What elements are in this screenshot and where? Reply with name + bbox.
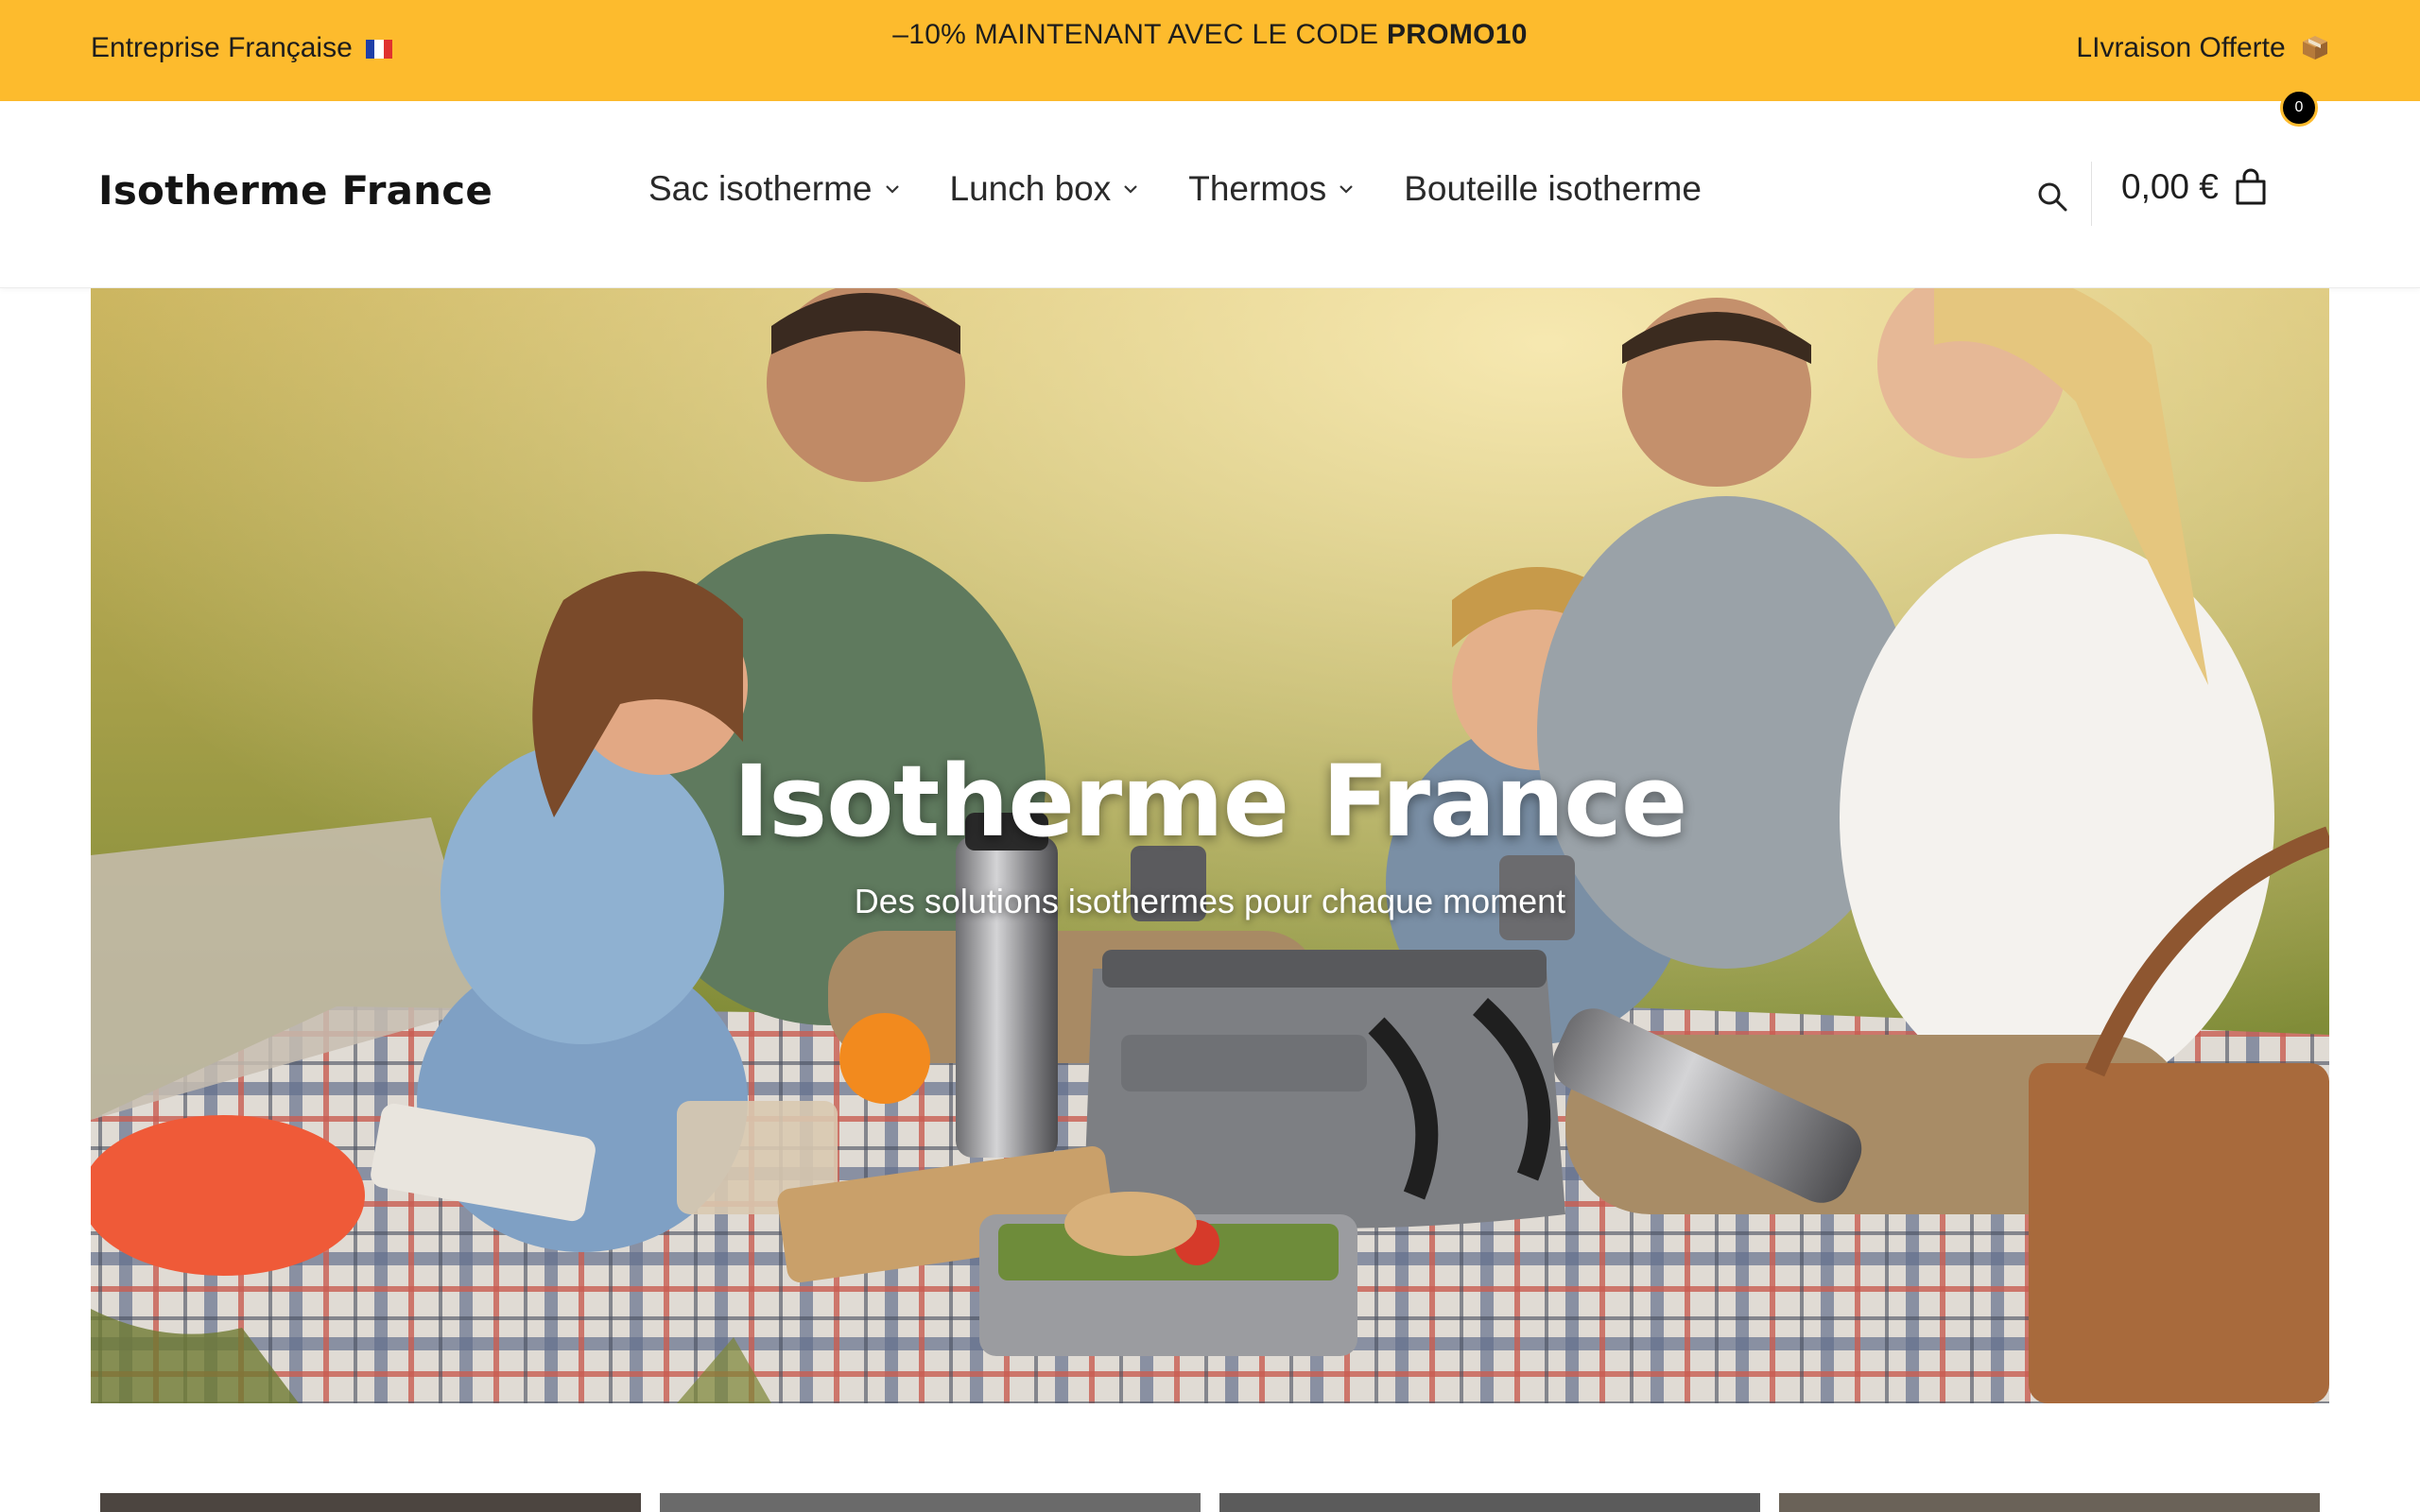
promo-code-message: –10% MAINTENANT AVEC LE CODE PROMO10 <box>0 19 2420 51</box>
nav-label: Sac isotherme <box>648 169 873 208</box>
nav-item-thermos[interactable]: Thermos <box>1188 169 1355 209</box>
category-card[interactable] <box>100 1493 641 1512</box>
main-navigation: Sac isotherme Lunch box Thermos Bouteill… <box>648 169 1751 209</box>
header-divider <box>2091 162 2092 226</box>
promo-code: PROMO10 <box>1386 19 1528 50</box>
nav-item-bouteille-isotherme[interactable]: Bouteille isotherme <box>1404 169 1702 209</box>
category-grid <box>100 1493 2322 1512</box>
chevron-down-icon <box>1124 185 1138 194</box>
cart-count-badge: 0 <box>2280 89 2318 127</box>
nav-item-lunch-box[interactable]: Lunch box <box>950 169 1140 209</box>
nav-label: Bouteille isotherme <box>1404 169 1702 208</box>
category-card[interactable] <box>660 1493 1201 1512</box>
shopping-bag-icon <box>2236 168 2266 205</box>
cart-total: 0,00 € <box>2121 167 2219 206</box>
site-logo[interactable]: Isotherme France <box>98 167 493 214</box>
hero-banner: Isotherme France Des solutions isotherme… <box>91 288 2329 1403</box>
nav-label: Thermos <box>1188 169 1327 208</box>
cart-button[interactable]: 0,00 € <box>2121 167 2268 207</box>
chevron-down-icon <box>885 185 899 194</box>
search-icon[interactable] <box>2036 180 2068 213</box>
promo-bar: Entreprise Française –10% MAINTENANT AVE… <box>0 0 2420 101</box>
site-header: Isotherme France Sac isotherme Lunch box… <box>0 101 2420 288</box>
nav-item-sac-isotherme[interactable]: Sac isotherme <box>648 169 901 209</box>
hero-subtitle: Des solutions isothermes pour chaque mom… <box>854 882 1566 920</box>
category-card[interactable] <box>1219 1493 1760 1512</box>
chevron-down-icon <box>1340 185 1354 194</box>
hero-title: Isotherme France <box>733 744 1688 859</box>
promo-message-text: –10% MAINTENANT AVEC LE CODE <box>892 19 1387 50</box>
package-icon <box>2303 36 2327 60</box>
free-shipping-notice: LIvraison Offerte <box>2076 32 2329 64</box>
category-card[interactable] <box>1779 1493 2320 1512</box>
free-shipping-label: LIvraison Offerte <box>2076 32 2286 63</box>
nav-label: Lunch box <box>949 169 1112 208</box>
